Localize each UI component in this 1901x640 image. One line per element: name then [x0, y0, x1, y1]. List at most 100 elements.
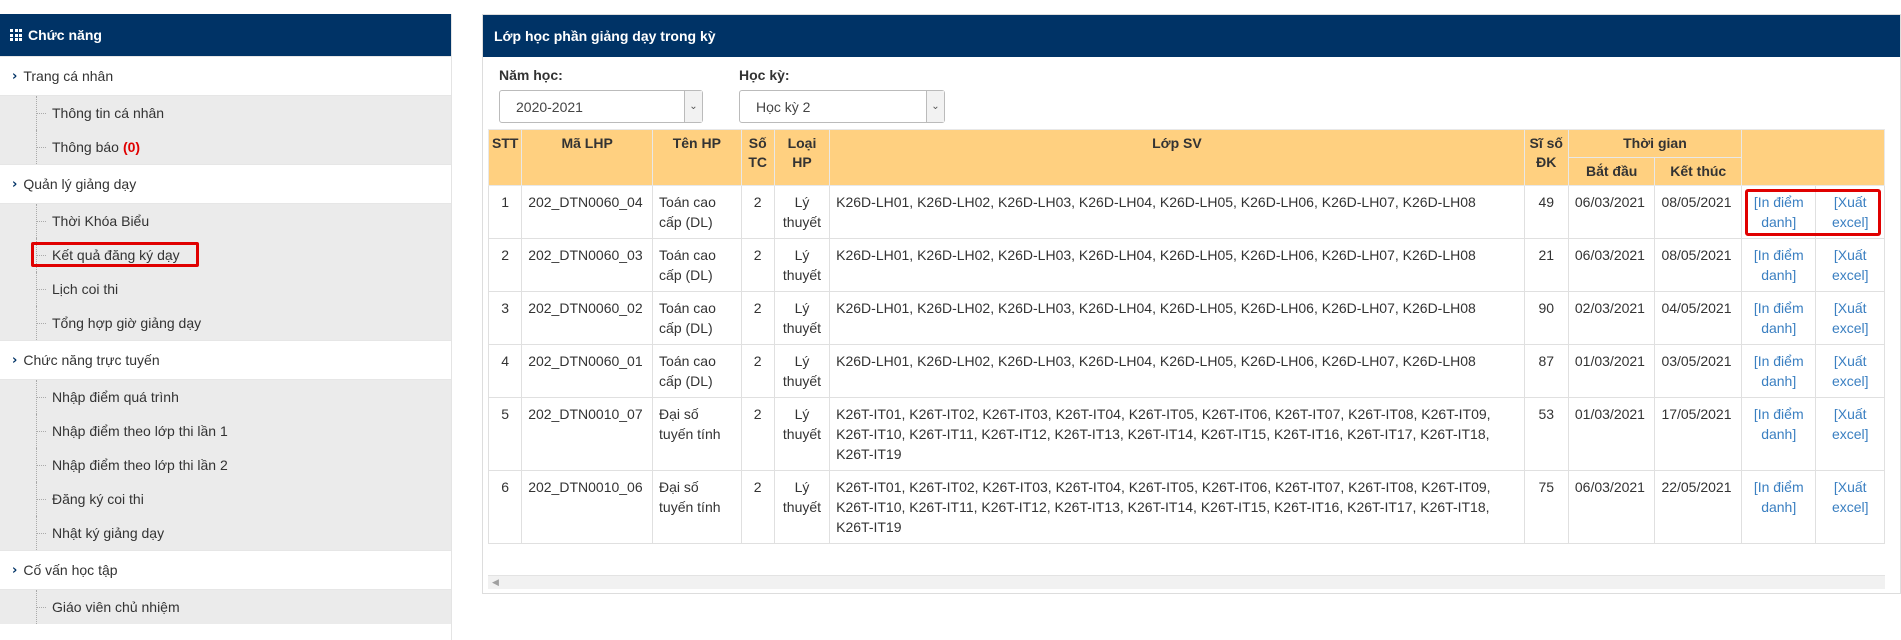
sidebar-group-personal[interactable]: › Trang cá nhân [0, 56, 451, 96]
sidebar-item-teaching-log[interactable]: Nhật ký giảng dạy [0, 516, 451, 550]
cell-end-date: 08/05/2021 [1654, 185, 1742, 239]
cell-stt: 5 [488, 397, 523, 471]
cell-course-type: Lý thuyết [773, 470, 831, 544]
col-course-name: Tên HP [652, 129, 742, 186]
cell-enrollment: 87 [1523, 344, 1569, 398]
chevron-right-icon: › [12, 562, 18, 578]
cell-student-classes: K26D-LH01, K26D-LH02, K26D-LH03, K26D-LH… [829, 185, 1525, 239]
course-table: STT Mã LHP Tên HP Số TC Loại HP Lớp SV S… [488, 129, 1885, 544]
cell-print-attendance: [In điểm danh] [1740, 291, 1817, 345]
col-time: Thời gian [1567, 129, 1742, 158]
sidebar-item-process-grades[interactable]: Nhập điểm quá trình [0, 380, 451, 414]
cell-credits: 2 [740, 397, 775, 471]
cell-enrollment: 49 [1523, 185, 1569, 239]
cell-start-date: 01/03/2021 [1567, 397, 1656, 471]
semester-select-value: Học kỳ 2 [756, 98, 811, 115]
col-stt: STT [488, 129, 523, 186]
highlight-box [31, 242, 199, 267]
cell-enrollment: 90 [1523, 291, 1569, 345]
chevron-right-icon: › [12, 176, 18, 192]
cell-credits: 2 [740, 470, 775, 544]
sidebar-item-timetable[interactable]: Thời Khóa Biểu [0, 204, 451, 238]
sidebar-item-proctor-registration[interactable]: Đăng ký coi thi [0, 482, 451, 516]
col-student-classes: Lớp SV [829, 129, 1525, 186]
sidebar-group-academic-advisor[interactable]: › Cố vấn học tập [0, 550, 451, 590]
sidebar-group-online[interactable]: › Chức năng trực tuyến [0, 340, 451, 380]
sidebar-group-label: Trang cá nhân [23, 68, 114, 84]
sidebar-item-exam-grades-2[interactable]: Nhập điểm theo lớp thi lần 2 [0, 448, 451, 482]
sidebar-item-label: Nhập điểm theo lớp thi lần 1 [52, 423, 228, 439]
sidebar-submenu: Thời Khóa Biểu Kết quả đăng ký dạy Lịch … [0, 204, 451, 340]
export-excel-link[interactable]: [Xuất excel] [1822, 477, 1878, 517]
col-course-code: Mã LHP [521, 129, 654, 186]
cell-credits: 2 [740, 238, 775, 292]
year-select[interactable]: 2020-2021 ⌄ [499, 90, 703, 123]
cell-end-date: 04/05/2021 [1654, 291, 1742, 345]
cell-course-name: Toán cao cấp (DL) [652, 238, 742, 292]
cell-start-date: 06/03/2021 [1567, 470, 1656, 544]
cell-export-excel: [Xuất excel] [1815, 397, 1885, 471]
sidebar-submenu: Thông tin cá nhân Thông báo (0) [0, 96, 451, 164]
sidebar-item-label: Đăng ký coi thi [52, 491, 144, 507]
course-table-container: STT Mã LHP Tên HP Số TC Loại HP Lớp SV S… [488, 129, 1885, 573]
cell-course-name: Toán cao cấp (DL) [652, 291, 742, 345]
sidebar-item-label: Tổng hợp giờ giảng dạy [52, 315, 202, 331]
horizontal-scrollbar[interactable]: ◀ [488, 575, 1885, 589]
cell-stt: 4 [488, 344, 523, 398]
cell-print-attendance: [In điểm danh] [1740, 344, 1817, 398]
sidebar-group-label: Quản lý giảng dạy [23, 176, 137, 192]
sidebar-item-label: Thông tin cá nhân [52, 105, 165, 121]
sidebar-item-exam-proctoring-schedule[interactable]: Lịch coi thi [0, 272, 451, 306]
semester-select[interactable]: Học kỳ 2 ⌄ [739, 90, 945, 123]
print-attendance-link[interactable]: [In điểm danh] [1748, 404, 1809, 444]
main-panel: Lớp học phần giảng dạy trong kỳ Năm học:… [482, 14, 1901, 594]
table-row: 3 202_DTN0060_02 Toán cao cấp (DL) 2 Lý thuy… [488, 291, 1885, 345]
cell-course-code: 202_DTN0010_06 [521, 470, 654, 544]
sidebar-item-teaching-hours-summary[interactable]: Tổng hợp giờ giảng dạy [0, 306, 451, 340]
chevron-right-icon: › [12, 352, 18, 368]
col-course-type: Loại HP [773, 129, 831, 186]
cell-course-name: Đại số tuyến tính [652, 470, 742, 544]
sidebar-group-label: Cố vấn học tập [23, 562, 118, 578]
cell-end-date: 17/05/2021 [1654, 397, 1742, 471]
cell-stt: 3 [488, 291, 523, 345]
chevron-down-icon: ⌄ [926, 91, 944, 122]
export-excel-link[interactable]: [Xuất excel] [1822, 298, 1878, 338]
notification-count-badge: (0) [122, 139, 141, 155]
cell-end-date: 08/05/2021 [1654, 238, 1742, 292]
sidebar-item-label: Thời Khóa Biểu [52, 213, 150, 229]
export-excel-link[interactable]: [Xuất excel] [1822, 245, 1878, 285]
sidebar-group-teaching[interactable]: › Quản lý giảng dạy [0, 164, 451, 204]
sidebar-item-label: Thông báo [52, 139, 119, 155]
cell-export-excel: [Xuất excel] [1815, 238, 1885, 292]
scroll-left-icon[interactable]: ◀ [492, 577, 499, 588]
export-excel-link[interactable]: [Xuất excel] [1822, 404, 1878, 444]
sidebar-item-personal-info[interactable]: Thông tin cá nhân [0, 96, 451, 130]
cell-enrollment: 53 [1523, 397, 1569, 471]
cell-student-classes: K26D-LH01, K26D-LH02, K26D-LH03, K26D-LH… [829, 344, 1525, 398]
cell-credits: 2 [740, 291, 775, 345]
print-attendance-link[interactable]: [In điểm danh] [1748, 298, 1809, 338]
sidebar-group-label: Chức năng trực tuyến [23, 352, 160, 368]
cell-course-code: 202_DTN0060_02 [521, 291, 654, 345]
sidebar-item-teaching-registration-result[interactable]: Kết quả đăng ký dạy [0, 238, 451, 272]
sidebar-title: Chức năng [28, 27, 102, 43]
col-end-date: Kết thúc [1654, 157, 1742, 186]
print-attendance-link[interactable]: [In điểm danh] [1748, 245, 1809, 285]
main-panel-header: Lớp học phần giảng dạy trong kỳ [483, 15, 1900, 57]
export-excel-link[interactable]: [Xuất excel] [1822, 351, 1878, 391]
print-attendance-link[interactable]: [In điểm danh] [1748, 477, 1809, 517]
sidebar-item-exam-grades-1[interactable]: Nhập điểm theo lớp thi lần 1 [0, 414, 451, 448]
sidebar-item-homeroom-teacher[interactable]: Giáo viên chủ nhiệm [0, 590, 451, 624]
cell-stt: 6 [488, 470, 523, 544]
sidebar-item-notifications[interactable]: Thông báo (0) [0, 130, 451, 164]
print-attendance-link[interactable]: [In điểm danh] [1748, 351, 1809, 391]
cell-course-type: Lý thuyết [773, 344, 831, 398]
sidebar-item-label: Lịch coi thi [52, 281, 119, 297]
sidebar-item-label: Nhập điểm quá trình [52, 389, 179, 405]
col-credits: Số TC [740, 129, 775, 186]
sidebar-item-label: Nhật ký giảng dạy [52, 525, 165, 541]
col-actions [1740, 129, 1885, 186]
cell-course-name: Toán cao cấp (DL) [652, 185, 742, 239]
cell-student-classes: K26T-IT01, K26T-IT02, K26T-IT03, K26T-IT… [829, 397, 1525, 471]
